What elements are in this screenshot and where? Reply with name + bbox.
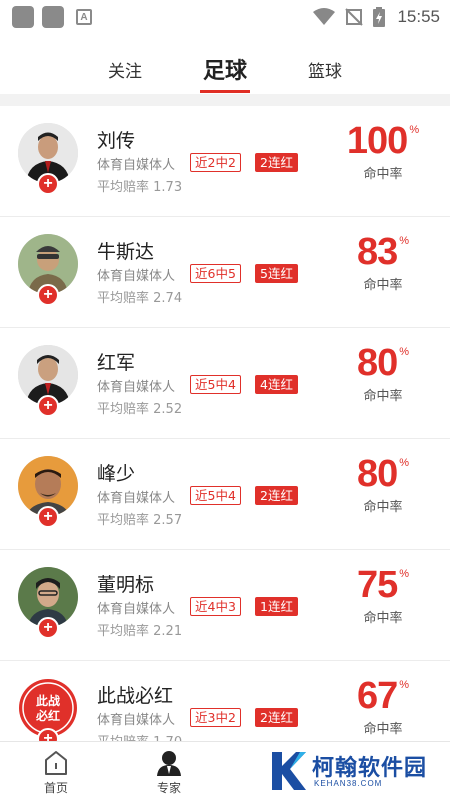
recent-record-badge: 近5中4 xyxy=(190,375,241,394)
expert-role: 体育自媒体人 xyxy=(97,602,176,617)
odds-value: 2.52 xyxy=(153,402,183,417)
a-box-icon: A xyxy=(76,9,92,25)
expert-name: 刘传 xyxy=(97,130,136,152)
recent-record-badge: 近4中3 xyxy=(190,597,241,616)
home-icon xyxy=(45,751,67,775)
hit-rate: 75% 命中率 xyxy=(338,564,428,626)
follow-plus-button[interactable]: + xyxy=(37,284,59,306)
person-icon xyxy=(157,751,181,776)
nav-experts[interactable]: 专家 xyxy=(129,742,209,800)
expert-row[interactable]: + 红军 体育自媒体人 近5中4 4连红 平均赔率 2.52 80% 命中率 xyxy=(0,328,450,439)
follow-plus-button[interactable]: + xyxy=(37,617,59,639)
recent-record-badge: 近3中2 xyxy=(190,708,241,727)
expert-role: 体育自媒体人 xyxy=(97,269,176,284)
hit-rate-label: 命中率 xyxy=(363,278,403,293)
tab-football[interactable]: 足球 xyxy=(195,44,255,94)
odds-value: 2.57 xyxy=(153,513,183,528)
expert-role: 体育自媒体人 xyxy=(97,380,176,395)
percent-sign: % xyxy=(399,346,410,358)
percent-sign: % xyxy=(399,679,410,691)
streak-badge: 4连红 xyxy=(255,375,298,394)
site-watermark: 柯翰软件园 KEHAN38.COM xyxy=(268,746,446,796)
hit-rate: 100% 命中率 xyxy=(338,120,428,182)
percent-sign: % xyxy=(399,568,410,580)
expert-name: 峰少 xyxy=(97,463,136,485)
hit-rate-value: 67 xyxy=(356,675,398,717)
streak-badge: 2连红 xyxy=(255,708,298,727)
follow-plus-button[interactable]: + xyxy=(37,173,59,195)
expert-name: 红军 xyxy=(97,352,136,374)
nav-home[interactable]: 首页 xyxy=(16,742,96,800)
recent-record-badge: 近2中2 xyxy=(190,153,241,172)
expert-role: 体育自媒体人 xyxy=(97,158,176,173)
hit-rate-value: 100 xyxy=(346,120,408,162)
follow-plus-button[interactable]: + xyxy=(37,506,59,528)
status-time: 15:55 xyxy=(397,7,440,26)
recent-record-badge: 近5中4 xyxy=(190,486,241,505)
nav-home-label: 首页 xyxy=(43,781,68,795)
hit-rate: 67% 命中率 xyxy=(338,675,428,737)
app-icon xyxy=(42,6,64,28)
odds-value: 2.21 xyxy=(153,624,183,639)
category-tabs: 关注 足球 篮球 xyxy=(0,44,450,94)
expert-row[interactable]: + 峰少 体育自媒体人 近5中4 2连红 平均赔率 2.57 80% 命中率 xyxy=(0,439,450,550)
streak-badge: 5连红 xyxy=(255,264,298,283)
streak-badge: 2连红 xyxy=(255,486,298,505)
app-icon xyxy=(12,6,34,28)
section-divider xyxy=(0,94,450,106)
battery-charging-icon xyxy=(373,7,386,27)
streak-badge: 1连红 xyxy=(255,597,298,616)
odds-label: 平均赔率 xyxy=(97,291,150,306)
hit-rate: 80% 命中率 xyxy=(338,342,428,404)
odds-value: 2.74 xyxy=(153,291,183,306)
hit-rate-label: 命中率 xyxy=(363,167,403,182)
percent-sign: % xyxy=(399,235,410,247)
recent-record-badge: 近6中5 xyxy=(190,264,241,283)
watermark-subtitle: KEHAN38.COM xyxy=(314,779,383,788)
watermark-title: 柯翰软件园 xyxy=(312,756,428,781)
tab-basketball[interactable]: 篮球 xyxy=(295,44,355,94)
expert-row[interactable]: + 刘传 体育自媒体人 近2中2 2连红 平均赔率 1.73 100% 命中率 xyxy=(0,106,450,217)
percent-sign: % xyxy=(399,457,410,469)
hit-rate: 80% 命中率 xyxy=(338,453,428,515)
average-odds: 平均赔率 2.21 xyxy=(97,620,182,639)
expert-role: 体育自媒体人 xyxy=(97,713,176,728)
hit-rate-value: 80 xyxy=(356,342,398,384)
tab-follow[interactable]: 关注 xyxy=(95,44,155,94)
expert-name: 董明标 xyxy=(97,574,155,596)
expert-name: 此战必红 xyxy=(97,685,174,707)
expert-row[interactable]: + 董明标 体育自媒体人 近4中3 1连红 平均赔率 2.21 75% 命中率 xyxy=(0,550,450,661)
average-odds: 平均赔率 2.57 xyxy=(97,509,182,528)
average-odds: 平均赔率 2.74 xyxy=(97,287,182,306)
wifi-icon xyxy=(313,8,336,25)
odds-value: 1.73 xyxy=(153,180,183,195)
streak-badge: 2连红 xyxy=(255,153,298,172)
hit-rate-value: 83 xyxy=(356,231,398,273)
hit-rate-label: 命中率 xyxy=(363,611,403,626)
hit-rate-value: 80 xyxy=(356,453,398,495)
odds-label: 平均赔率 xyxy=(97,513,150,528)
svg-text:此战: 此战 xyxy=(36,693,60,708)
hit-rate-value: 75 xyxy=(356,564,398,606)
odds-label: 平均赔率 xyxy=(97,402,150,417)
odds-label: 平均赔率 xyxy=(97,624,150,639)
average-odds: 平均赔率 1.73 xyxy=(97,176,182,195)
hit-rate-label: 命中率 xyxy=(363,722,403,737)
follow-plus-button[interactable]: + xyxy=(37,395,59,417)
status-bar: A 15:55 xyxy=(0,0,450,34)
odds-label: 平均赔率 xyxy=(97,180,150,195)
expert-row[interactable]: + 牛斯达 体育自媒体人 近6中5 5连红 平均赔率 2.74 83% 命中率 xyxy=(0,217,450,328)
no-signal-icon xyxy=(345,8,364,26)
hit-rate-label: 命中率 xyxy=(363,389,403,404)
nav-experts-label: 专家 xyxy=(156,781,181,795)
expert-role: 体育自媒体人 xyxy=(97,491,176,506)
active-tab-indicator xyxy=(200,90,250,93)
average-odds: 平均赔率 2.52 xyxy=(97,398,182,417)
percent-sign: % xyxy=(409,124,420,136)
k-logo-icon xyxy=(272,752,306,790)
expert-name: 牛斯达 xyxy=(97,241,155,263)
hit-rate: 83% 命中率 xyxy=(338,231,428,293)
hit-rate-label: 命中率 xyxy=(363,500,403,515)
svg-text:必红: 必红 xyxy=(35,708,60,723)
